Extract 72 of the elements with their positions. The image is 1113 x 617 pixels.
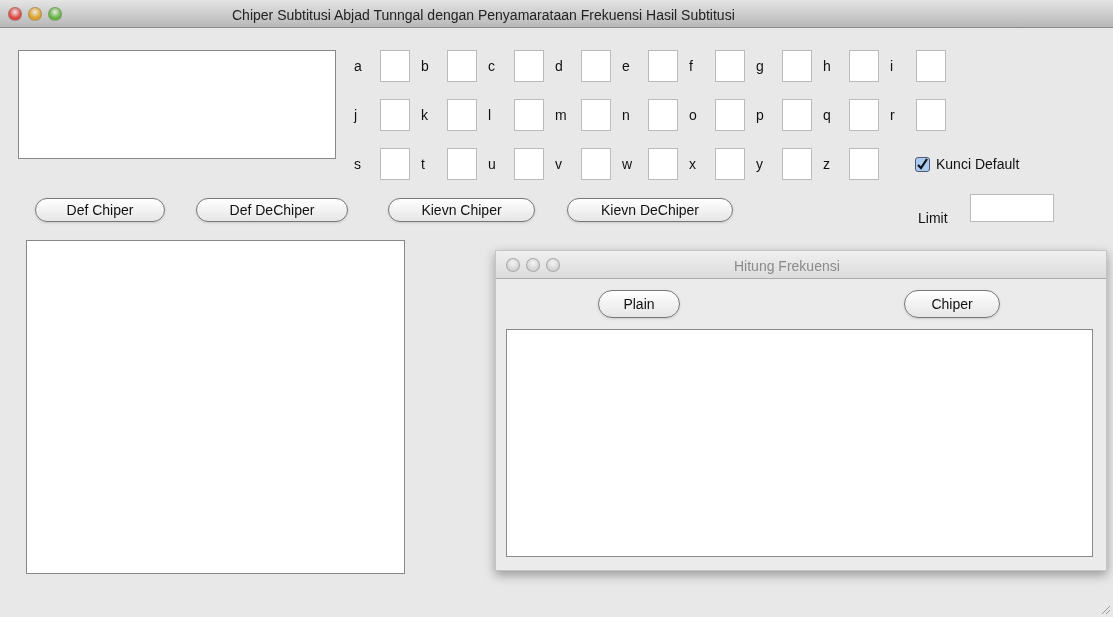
letter-label: o xyxy=(688,105,698,125)
dialog-title: Hitung Frekuensi xyxy=(734,257,840,276)
letter-field[interactable] xyxy=(514,148,544,180)
zoom-button[interactable] xyxy=(48,6,62,21)
letter-label: h xyxy=(822,56,832,76)
letter-field[interactable] xyxy=(715,148,745,180)
letter-field[interactable] xyxy=(514,50,544,82)
letter-field[interactable] xyxy=(782,50,812,82)
letter-field[interactable] xyxy=(380,148,410,180)
action-button[interactable]: Kievn Chiper xyxy=(388,198,535,222)
letter-label: b xyxy=(420,56,430,76)
letter-field[interactable] xyxy=(849,50,879,82)
letter-label: e xyxy=(621,56,631,76)
letter-field[interactable] xyxy=(916,50,946,82)
checkbox[interactable] xyxy=(915,156,930,172)
letter-field[interactable] xyxy=(648,99,678,131)
letter-label: p xyxy=(755,105,765,125)
letter-field[interactable] xyxy=(514,99,544,131)
letter-label: y xyxy=(755,154,764,174)
letter-label: k xyxy=(420,105,429,125)
close-button[interactable] xyxy=(8,6,22,21)
checkbox-label: Kunci Default xyxy=(936,154,1020,174)
letter-field[interactable] xyxy=(648,50,678,82)
letter-field[interactable] xyxy=(581,50,611,82)
letter-field[interactable] xyxy=(849,99,879,131)
minimize-button[interactable] xyxy=(526,257,540,272)
letter-field[interactable] xyxy=(715,50,745,82)
letter-field[interactable] xyxy=(380,99,410,131)
letter-label: r xyxy=(889,105,896,125)
letter-label: t xyxy=(420,154,426,174)
resize-grip-icon[interactable] xyxy=(1099,603,1111,615)
letter-label: s xyxy=(353,154,362,174)
letter-field[interactable] xyxy=(782,148,812,180)
limit-label: Limit xyxy=(918,208,948,228)
window-title: Chiper Subtitusi Abjad Tunngal dengan Penyamarataan Frekuensi Hasil Subtitusi xyxy=(232,6,735,25)
letter-label: l xyxy=(487,105,493,125)
letter-field[interactable] xyxy=(447,148,477,180)
letter-field[interactable] xyxy=(782,99,812,131)
letter-label: v xyxy=(554,154,563,174)
letter-label: z xyxy=(822,154,831,174)
letter-label: i xyxy=(889,56,895,76)
letter-label: d xyxy=(554,56,564,76)
action-button[interactable]: Def DeChiper xyxy=(196,198,348,222)
letter-field[interactable] xyxy=(849,148,879,180)
action-button[interactable]: Kievn DeChiper xyxy=(567,198,733,222)
letter-label: n xyxy=(621,105,631,125)
letter-label: a xyxy=(353,56,363,76)
letter-field[interactable] xyxy=(380,50,410,82)
letter-field[interactable] xyxy=(648,148,678,180)
letter-label: c xyxy=(487,56,496,76)
letter-label: f xyxy=(688,56,694,76)
action-button[interactable]: Def Chiper xyxy=(35,198,165,222)
letter-label: j xyxy=(352,105,359,125)
letter-label: u xyxy=(487,154,497,174)
letter-field[interactable] xyxy=(916,99,946,131)
letter-field[interactable] xyxy=(447,99,477,131)
minimize-button[interactable] xyxy=(28,6,42,21)
letter-label: x xyxy=(688,154,697,174)
close-button[interactable] xyxy=(506,257,520,272)
letter-label: q xyxy=(822,105,832,125)
letter-label: w xyxy=(621,154,634,174)
letter-field[interactable] xyxy=(581,99,611,131)
letter-field[interactable] xyxy=(715,99,745,131)
letter-field[interactable] xyxy=(447,50,477,82)
dialog-button[interactable]: Plain xyxy=(598,290,680,318)
zoom-button[interactable] xyxy=(546,257,560,272)
letter-label: g xyxy=(755,56,765,76)
text-area[interactable] xyxy=(18,50,336,159)
letter-field[interactable] xyxy=(581,148,611,180)
limit-field[interactable] xyxy=(969,194,1054,222)
dialog-button[interactable]: Chiper xyxy=(904,290,1000,318)
letter-label: m xyxy=(554,105,568,125)
